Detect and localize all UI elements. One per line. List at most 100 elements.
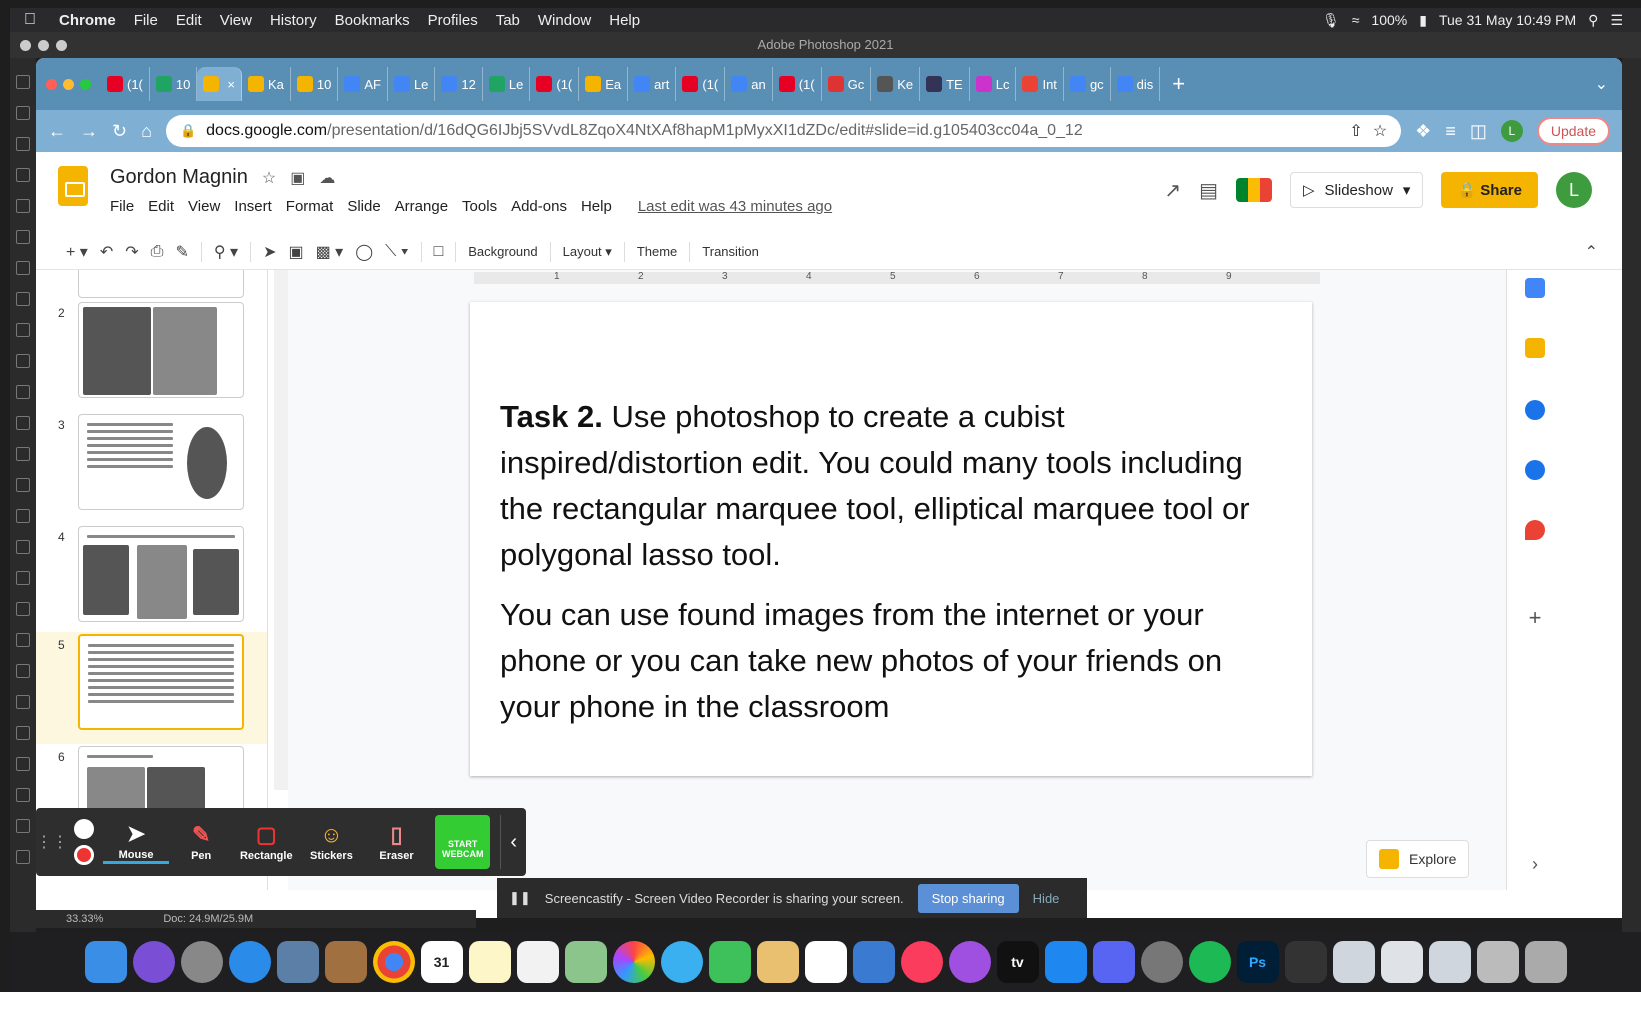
browser-tab[interactable]: Lc (970, 67, 1017, 101)
background-button[interactable]: Background (468, 244, 537, 259)
comments-icon[interactable]: ▤ (1199, 178, 1218, 203)
inkscape-icon[interactable] (1284, 941, 1327, 983)
transition-button[interactable]: Transition (702, 244, 759, 259)
current-slide[interactable]: Task 2. Use photoshop to create a cubist… (470, 302, 1312, 776)
new-tab-button[interactable]: + (1160, 71, 1197, 97)
notes-icon[interactable] (468, 941, 511, 983)
slide-thumbnail[interactable] (78, 270, 244, 298)
browser-tab[interactable]: (1( (530, 67, 580, 101)
share-page-icon[interactable]: ⇧ (1349, 121, 1362, 141)
url-field[interactable]: 🔒 docs.google.com/presentation/d/16dQG6I… (165, 115, 1402, 147)
update-button[interactable]: Update (1536, 117, 1610, 145)
docmenu-insert[interactable]: Insert (234, 198, 272, 215)
docmenu-addons[interactable]: Add-ons (511, 198, 567, 215)
contacts-icon[interactable] (1525, 460, 1545, 480)
menu-history[interactable]: History (261, 12, 326, 29)
browser-tab[interactable]: art (628, 67, 677, 101)
photoshop-dock-icon[interactable]: Ps (1236, 941, 1279, 983)
browser-tab[interactable]: AF (338, 67, 388, 101)
print-icon[interactable]: ⎙ (151, 243, 164, 261)
browser-tab[interactable]: Gc (822, 67, 872, 101)
filmstrip-slide-5[interactable]: 5 (36, 632, 267, 744)
browser-tab[interactable]: 10 (291, 67, 339, 101)
maps-dock-icon[interactable] (564, 941, 607, 983)
tool-mouse[interactable]: ➤ Mouse (103, 821, 169, 864)
menu-bookmarks[interactable]: Bookmarks (326, 12, 419, 29)
podcasts-icon[interactable] (948, 941, 991, 983)
slide-thumbnail[interactable] (78, 414, 244, 510)
battery-icon[interactable]: ▮ (1419, 12, 1427, 29)
move-folder-icon[interactable]: ▣ (290, 168, 305, 188)
appstore-icon[interactable] (1044, 941, 1087, 983)
docmenu-format[interactable]: Format (286, 198, 334, 215)
filmstrip-slide-2[interactable]: 2 (36, 300, 267, 412)
pause-icon[interactable] (73, 819, 94, 839)
profile-avatar[interactable]: L (1500, 120, 1523, 142)
slide-textbox[interactable]: Task 2. Use photoshop to create a cubist… (500, 394, 1290, 744)
slideshow-button[interactable]: ▷ Slideshow ▾ (1289, 172, 1424, 208)
expand-panel-icon[interactable]: › (1525, 854, 1545, 874)
docmenu-edit[interactable]: Edit (148, 198, 174, 215)
tasks-icon[interactable] (1525, 400, 1545, 420)
zoom-level[interactable]: 33.33% (66, 913, 103, 925)
slides-logo-icon[interactable] (58, 166, 88, 206)
launchpad-icon[interactable] (180, 941, 223, 983)
photoshop-window-controls[interactable] (20, 40, 67, 51)
home-icon[interactable]: ⌂ (141, 121, 152, 142)
appletv-icon[interactable]: tv (996, 941, 1039, 983)
wifi-icon[interactable]: ≈ (1352, 12, 1360, 28)
system-preferences-icon[interactable] (1140, 941, 1183, 983)
browser-tab[interactable]: TE (920, 67, 970, 101)
preview-icon[interactable] (276, 941, 319, 983)
keynote-icon[interactable] (852, 941, 895, 983)
menu-tab[interactable]: Tab (487, 12, 529, 29)
drag-handle-icon[interactable]: ⋮⋮ (36, 832, 68, 852)
star-icon[interactable]: ☆ (262, 168, 276, 188)
photoshop-toolbar[interactable] (10, 58, 36, 978)
tool-stickers[interactable]: ☺ Stickers (299, 822, 364, 862)
tool-rectangle[interactable]: ▢ Rectangle (234, 822, 299, 862)
reload-icon[interactable]: ↻ (112, 121, 127, 142)
line-icon[interactable]: ⟍ ▾ (385, 243, 408, 261)
recent-doc-icon[interactable] (1476, 941, 1519, 983)
browser-tab[interactable]: an (725, 67, 773, 101)
recent-doc-icon[interactable] (1332, 941, 1375, 983)
menu-help[interactable]: Help (600, 12, 649, 29)
browser-tab[interactable]: Int (1016, 67, 1064, 101)
recent-doc-icon[interactable] (1380, 941, 1423, 983)
user-avatar[interactable]: L (1556, 172, 1592, 208)
browser-tab[interactable]: Le (483, 67, 531, 101)
collapse-toolbar-icon[interactable]: ⌃ (1585, 242, 1598, 262)
tab-close-icon[interactable]: × (227, 77, 235, 92)
menu-edit[interactable]: Edit (167, 12, 211, 29)
browser-tab[interactable]: Ke (871, 67, 921, 101)
spotlight-icon[interactable]: ⚲ (1588, 12, 1598, 29)
side-panel-icon[interactable]: ◫ (1470, 121, 1487, 142)
recent-doc-icon[interactable] (1428, 941, 1471, 983)
reading-list-icon[interactable]: ≡ (1445, 121, 1456, 142)
shape-icon[interactable]: ◯ (355, 242, 373, 262)
browser-tab[interactable]: (1( (101, 67, 150, 101)
select-cursor-icon[interactable]: ➤ (263, 242, 276, 262)
apple-icon[interactable]:  (10, 11, 50, 29)
theme-button[interactable]: Theme (637, 244, 677, 259)
keep-icon[interactable] (1525, 338, 1545, 358)
docmenu-tools[interactable]: Tools (462, 198, 497, 215)
layout-button[interactable]: Layout ▾ (563, 244, 612, 260)
filmstrip[interactable]: 2 3 4 5 6 (36, 270, 268, 890)
calendar-icon[interactable] (1525, 278, 1545, 298)
spotify-icon[interactable] (1188, 941, 1231, 983)
meet-icon[interactable] (1235, 178, 1272, 202)
menu-view[interactable]: View (211, 12, 261, 29)
menu-profiles[interactable]: Profiles (419, 12, 487, 29)
paint-format-icon[interactable]: ✎ (175, 242, 188, 262)
hide-button[interactable]: Hide (1033, 891, 1060, 906)
clock[interactable]: Tue 31 May 10:49 PM (1439, 12, 1576, 28)
window-controls[interactable] (46, 78, 91, 90)
tab-search-icon[interactable]: ⌄ (1595, 74, 1622, 94)
browser-tab[interactable]: (1( (676, 67, 726, 101)
browser-tab-active[interactable]: × (197, 67, 242, 101)
calendar-dock-icon[interactable]: 31 (420, 941, 463, 983)
explore-button[interactable]: Explore (1366, 840, 1470, 878)
docmenu-slide[interactable]: Slide (347, 198, 380, 215)
